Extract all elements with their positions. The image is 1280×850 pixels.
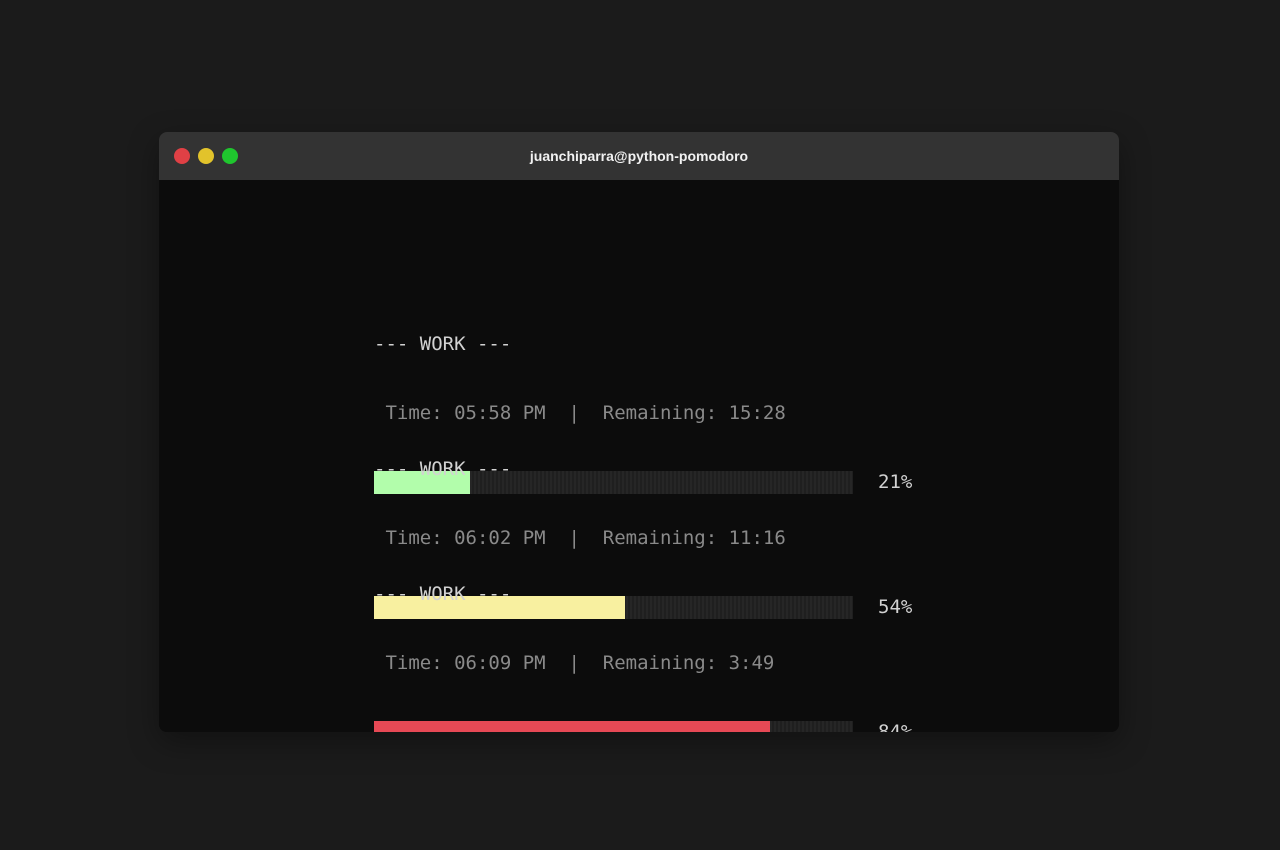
session-heading: --- WORK --- — [374, 333, 512, 355]
window-title: juanchiparra@python-pomodoro — [529, 148, 749, 164]
session-heading: --- WORK --- — [374, 458, 512, 480]
terminal-window: juanchiparra@python-pomodoro --- WORK --… — [159, 132, 1119, 732]
progress-row: 84% — [374, 721, 934, 732]
session-heading: --- WORK --- — [374, 583, 512, 605]
terminal-output: --- WORK --- Time: 05:58 PM | Remaining:… — [159, 180, 1119, 732]
session-info: Time: 06:09 PM | Remaining: 3:49 — [374, 652, 775, 674]
progress-percent: 84% — [878, 721, 913, 732]
work-session-3: --- WORK --- Time: 06:09 PM | Remaining:… — [374, 537, 934, 732]
progress-fill — [374, 721, 771, 732]
title-bar: juanchiparra@python-pomodoro — [159, 132, 1119, 180]
progress-track — [374, 721, 853, 732]
